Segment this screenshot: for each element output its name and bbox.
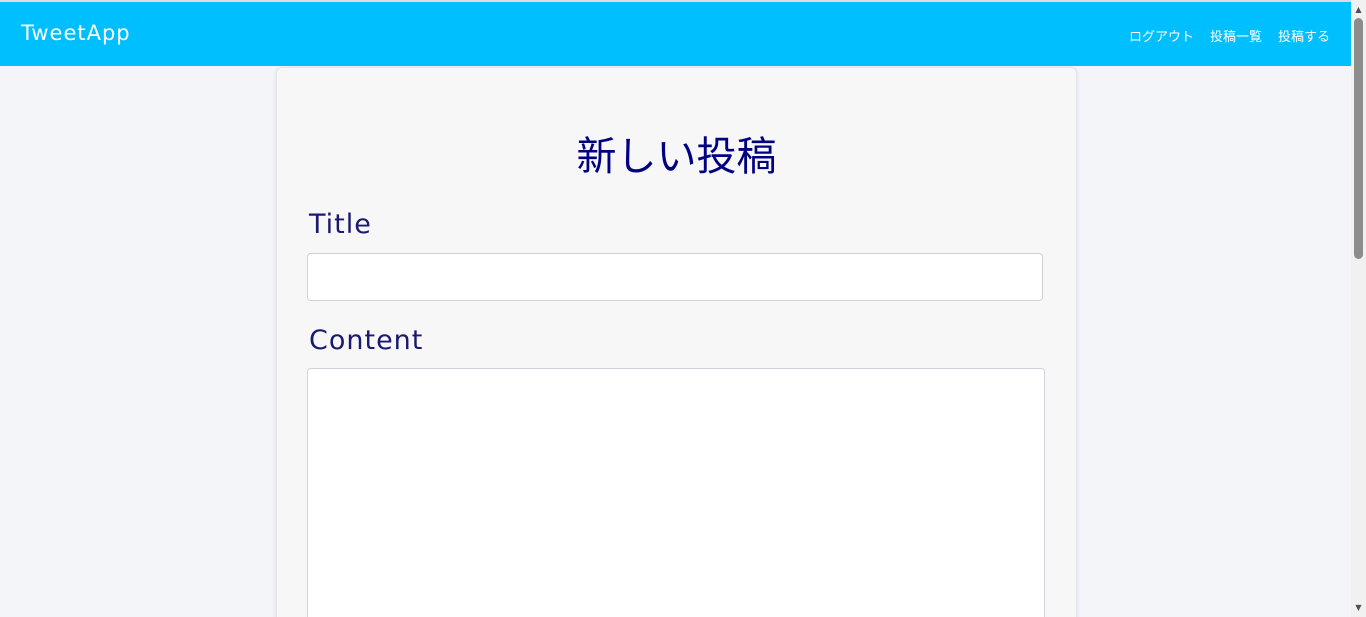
up-arrow-icon[interactable]: ▲ [1351, 2, 1366, 17]
brand-logo[interactable]: TweetApp [21, 21, 131, 45]
vertical-scrollbar[interactable]: ▲ ▼ [1351, 0, 1366, 617]
nav-logout-link[interactable]: ログアウト [1129, 26, 1194, 45]
title-input[interactable] [307, 253, 1043, 301]
page-viewport: TweetApp ログアウト 投稿一覧 投稿する 新しい投稿 Title Con… [0, 0, 1351, 617]
content-label: Content [309, 325, 424, 356]
title-label: Title [309, 209, 372, 240]
nav-links: ログアウト 投稿一覧 投稿する [1129, 26, 1330, 45]
nav-posts-link[interactable]: 投稿一覧 [1210, 26, 1262, 45]
page-title: 新しい投稿 [576, 134, 777, 180]
content-textarea[interactable] [307, 368, 1045, 617]
nav-new-post-link[interactable]: 投稿する [1278, 26, 1330, 45]
new-post-form-card: 新しい投稿 Title Content [276, 67, 1077, 617]
scrollbar-thumb[interactable] [1354, 18, 1363, 259]
down-arrow-icon[interactable]: ▼ [1351, 600, 1366, 615]
navbar: TweetApp ログアウト 投稿一覧 投稿する [0, 2, 1351, 66]
